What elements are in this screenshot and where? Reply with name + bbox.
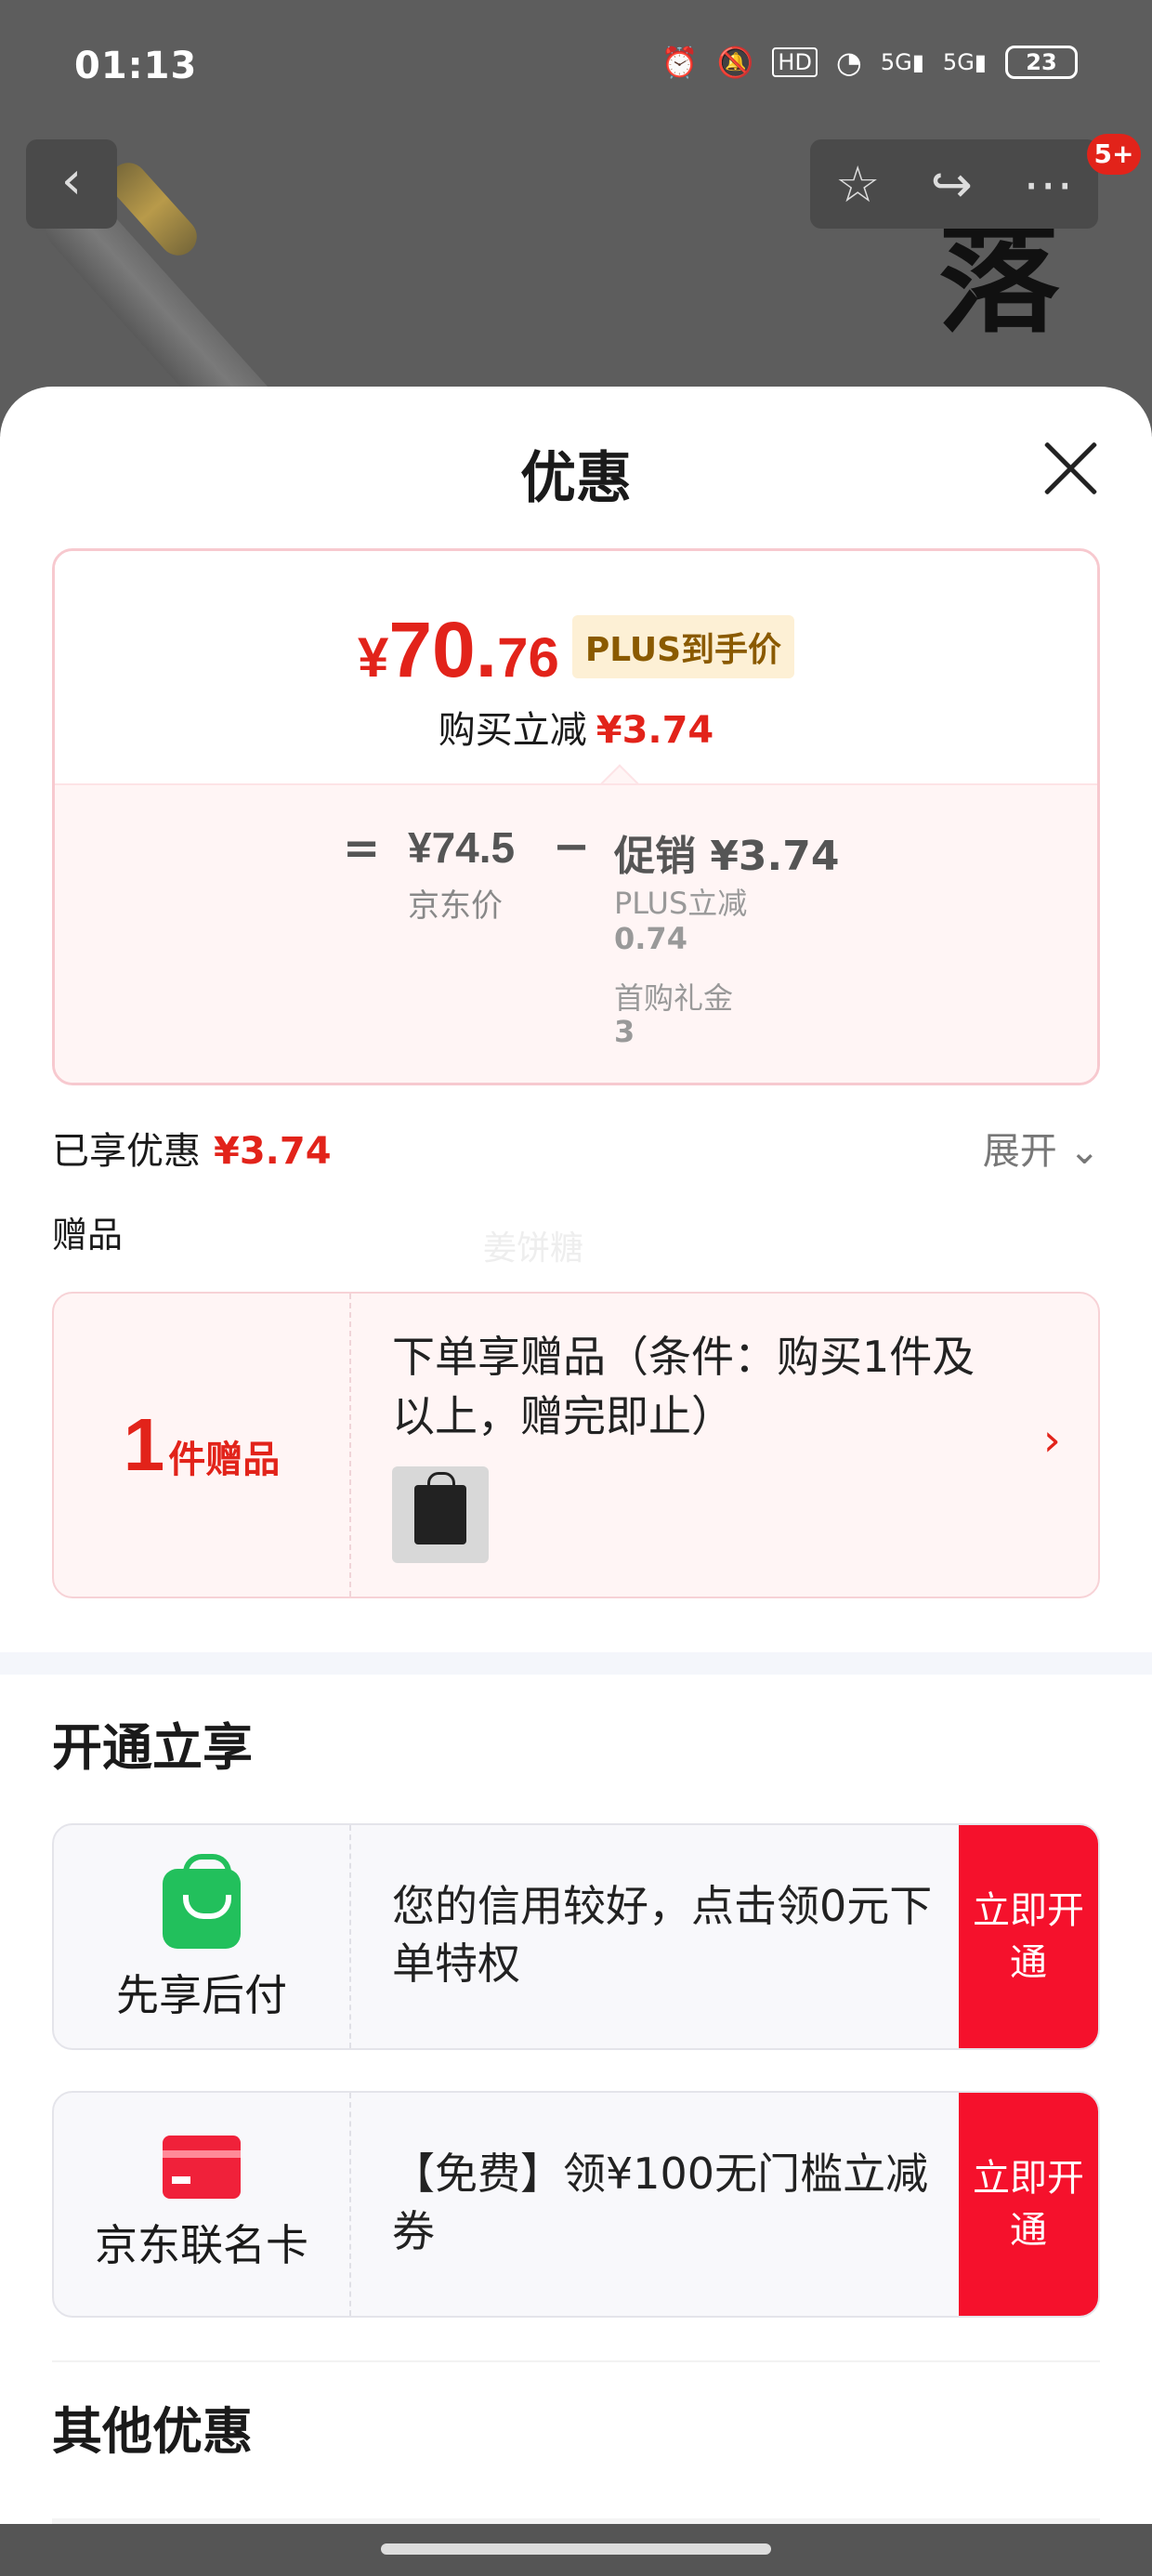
- chevron-right-icon[interactable]: ›: [1043, 1414, 1061, 1466]
- credit-card-icon: [163, 2136, 241, 2199]
- watermark: 姜饼糖: [483, 1229, 584, 1268]
- gift-bag-icon: [414, 1472, 466, 1544]
- enjoyed-discount: 已享优惠 ¥3.74: [52, 1121, 332, 1175]
- promo-total: 促销 ¥3.74: [614, 833, 840, 880]
- discount-sheet: 优惠 ¥70.76 PLUS到手价 购买立减 ¥3.74 = ¥74.5 京东价 …: [0, 387, 1152, 2576]
- jd-price-label: 京东价: [408, 887, 503, 925]
- promo-item-label: PLUS立减: [614, 886, 748, 921]
- enjoyed-value: ¥3.74: [214, 1130, 332, 1173]
- final-price: ¥70.76: [358, 605, 559, 695]
- plus-price-tag: PLUS到手价: [571, 615, 795, 678]
- equals-sign: =: [343, 822, 381, 874]
- instant-discount-row: 购买立减 ¥3.74: [55, 700, 1097, 754]
- expand-button[interactable]: 展开 ⌄: [983, 1121, 1100, 1175]
- hd-icon: HD: [772, 47, 818, 77]
- separator: [52, 2360, 1100, 2362]
- price-card: ¥70.76 PLUS到手价 购买立减 ¥3.74 = ¥74.5 京东价 − 促…: [52, 548, 1100, 1085]
- price-breakdown: = ¥74.5 京东价 − 促销 ¥3.74 PLUS立减 0.74 首购礼金 …: [55, 783, 1097, 1083]
- open-now-button[interactable]: 立即开通: [959, 2093, 1098, 2316]
- gift-description: 下单享赠品（条件：购买1件及以上，赠完即止）: [392, 1332, 975, 1441]
- open-now-button[interactable]: 立即开通: [959, 1825, 1098, 2048]
- status-time: 01:13: [74, 45, 198, 87]
- favorite-icon[interactable]: ☆: [835, 155, 880, 214]
- offer-card-pay-later[interactable]: 先享后付 您的信用较好，点击领0元下单特权 立即开通: [52, 1823, 1100, 2050]
- price-integer: 70.: [388, 606, 498, 693]
- open-section-title: 开通立享: [52, 1718, 253, 1777]
- share-icon[interactable]: ↪: [931, 155, 973, 214]
- home-indicator[interactable]: [381, 2543, 771, 2555]
- shopping-bag-icon: [163, 1854, 241, 1949]
- sheet-title: 优惠: [520, 446, 632, 511]
- 5g-signal-icon: 5G▮: [880, 49, 924, 75]
- instant-discount-label: 购买立减: [438, 709, 587, 752]
- enjoyed-label: 已享优惠: [52, 1130, 201, 1173]
- instant-discount-value: ¥3.74: [596, 709, 714, 752]
- currency-symbol: ¥: [357, 626, 389, 689]
- offer-name: 京东联名卡: [95, 2220, 308, 2270]
- more-icon[interactable]: ⋯: [1023, 155, 1073, 214]
- final-price-row: ¥70.76 PLUS到手价: [55, 605, 1097, 695]
- promo-item-value: 0.74: [614, 921, 687, 956]
- close-icon[interactable]: [1041, 439, 1100, 498]
- promo-item-label: 首购礼金: [614, 980, 734, 1016]
- gift-unit: 件赠品: [168, 1439, 281, 1481]
- back-button[interactable]: ‹: [26, 139, 117, 229]
- gift-section-label: 赠品: [52, 1215, 124, 1255]
- gift-thumbnail[interactable]: [392, 1466, 489, 1563]
- gift-count-box: 1 件赠品: [54, 1294, 351, 1597]
- section-divider: [0, 1652, 1152, 1675]
- message-badge: 5+: [1087, 134, 1141, 175]
- price-decimal: 76: [497, 626, 559, 689]
- offer-name: 先享后付: [116, 1970, 287, 2020]
- minus-sign: −: [553, 821, 591, 873]
- offer-brand: 京东联名卡: [54, 2093, 351, 2316]
- mute-icon: 🔕: [716, 45, 754, 80]
- gift-card[interactable]: 1 件赠品 下单享赠品（条件：购买1件及以上，赠完即止） ›: [52, 1292, 1100, 1598]
- status-bar: 01:13 ⏰ 🔕 HD ◔ 5G▮ 5G▮ 23: [0, 0, 1152, 139]
- alarm-icon: ⏰: [661, 45, 699, 80]
- battery-icon: 23: [1005, 46, 1078, 79]
- offer-description: 【免费】领¥100无门槛立减券: [392, 2149, 929, 2256]
- price-summary: ¥70.76 PLUS到手价 购买立减 ¥3.74: [55, 551, 1097, 783]
- offer-card-co-brand[interactable]: 京东联名卡 【免费】领¥100无门槛立减券 立即开通: [52, 2091, 1100, 2318]
- 5g-signal-icon-2: 5G▮: [942, 49, 987, 75]
- offer-description: 您的信用较好，点击领0元下单特权: [392, 1881, 933, 1989]
- status-icons: ⏰ 🔕 HD ◔ 5G▮ 5G▮ 23: [661, 45, 1078, 80]
- gift-count: 1: [123, 1403, 165, 1486]
- nav-actions: ☆ ↪ ⋯: [810, 139, 1098, 229]
- wifi-icon: ◔: [835, 45, 862, 80]
- jd-price: ¥74.5: [408, 823, 516, 872]
- calligraphy-text: 落: [938, 207, 1060, 349]
- other-section-title: 其他优惠: [52, 2402, 253, 2461]
- offer-brand: 先享后付: [54, 1825, 351, 2048]
- promo-item-value: 3: [614, 1014, 635, 1049]
